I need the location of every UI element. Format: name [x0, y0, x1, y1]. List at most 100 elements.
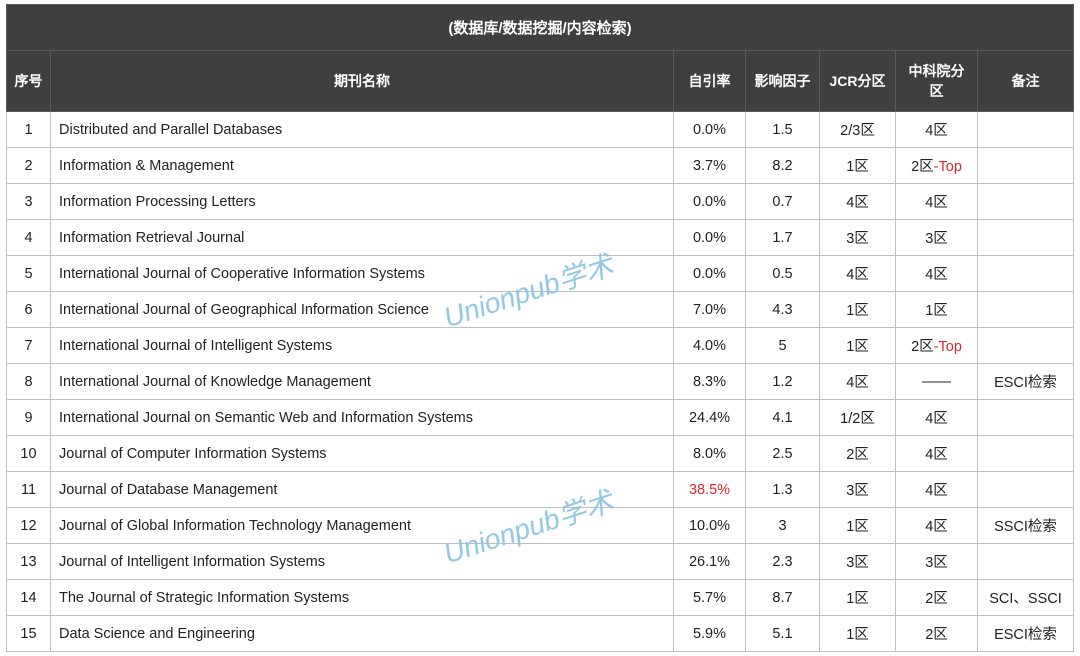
- cell-idx: 12: [7, 508, 51, 544]
- cell-jcr: 2/3区: [820, 112, 896, 148]
- cell-note: [978, 184, 1074, 220]
- cell-name: International Journal on Semantic Web an…: [51, 400, 674, 436]
- cell-jcr: 1区: [820, 148, 896, 184]
- cell-self: 26.1%: [674, 544, 746, 580]
- cell-jcr: 4区: [820, 184, 896, 220]
- cell-name: Information & Management: [51, 148, 674, 184]
- cell-name: Distributed and Parallel Databases: [51, 112, 674, 148]
- header-idx: 序号: [7, 51, 51, 112]
- cell-cas: 4区: [896, 508, 978, 544]
- cell-note: SSCI检索: [978, 508, 1074, 544]
- cell-cas: 3区: [896, 544, 978, 580]
- cell-idx: 4: [7, 220, 51, 256]
- header-if: 影响因子: [746, 51, 820, 112]
- cell-name: International Journal of Cooperative Inf…: [51, 256, 674, 292]
- cell-name: International Journal of Intelligent Sys…: [51, 328, 674, 364]
- cell-idx: 6: [7, 292, 51, 328]
- cell-jcr: 1区: [820, 292, 896, 328]
- cell-idx: 5: [7, 256, 51, 292]
- cell-idx: 1: [7, 112, 51, 148]
- cell-if: 8.2: [746, 148, 820, 184]
- cell-note: [978, 256, 1074, 292]
- cell-idx: 9: [7, 400, 51, 436]
- cell-cas: 4区: [896, 400, 978, 436]
- cell-self: 0.0%: [674, 220, 746, 256]
- cell-note: [978, 220, 1074, 256]
- header-jcr: JCR分区: [820, 51, 896, 112]
- cell-self: 8.3%: [674, 364, 746, 400]
- table-row: 7International Journal of Intelligent Sy…: [7, 328, 1074, 364]
- cell-jcr: 1区: [820, 580, 896, 616]
- cell-jcr: 3区: [820, 544, 896, 580]
- cell-jcr: 4区: [820, 364, 896, 400]
- cell-self: 4.0%: [674, 328, 746, 364]
- header-note: 备注: [978, 51, 1074, 112]
- cell-jcr: 1/2区: [820, 400, 896, 436]
- table-row: 12Journal of Global Information Technolo…: [7, 508, 1074, 544]
- cell-note: [978, 544, 1074, 580]
- table-row: 11Journal of Database Management38.5%1.3…: [7, 472, 1074, 508]
- cell-self: 8.0%: [674, 436, 746, 472]
- cell-cas: 2区-Top: [896, 328, 978, 364]
- table-title: (数据库/数据挖掘/内容检索): [7, 5, 1074, 51]
- cell-if: 1.5: [746, 112, 820, 148]
- cell-if: 2.5: [746, 436, 820, 472]
- cell-cas: 4区: [896, 472, 978, 508]
- cell-idx: 10: [7, 436, 51, 472]
- cell-name: The Journal of Strategic Information Sys…: [51, 580, 674, 616]
- cell-name: Journal of Computer Information Systems: [51, 436, 674, 472]
- cell-jcr: 4区: [820, 256, 896, 292]
- cell-if: 5: [746, 328, 820, 364]
- cell-if: 8.7: [746, 580, 820, 616]
- cell-note: [978, 148, 1074, 184]
- cell-name: International Journal of Geographical In…: [51, 292, 674, 328]
- header-name: 期刊名称: [51, 51, 674, 112]
- cell-self: 7.0%: [674, 292, 746, 328]
- cell-self: 38.5%: [674, 472, 746, 508]
- cell-idx: 11: [7, 472, 51, 508]
- cell-jcr: 3区: [820, 220, 896, 256]
- cell-name: Information Processing Letters: [51, 184, 674, 220]
- cell-jcr: 1区: [820, 328, 896, 364]
- cell-self: 5.7%: [674, 580, 746, 616]
- cell-cas: 4区: [896, 256, 978, 292]
- table-row: 5International Journal of Cooperative In…: [7, 256, 1074, 292]
- table-row: 2Information & Management3.7%8.21区2区-Top: [7, 148, 1074, 184]
- journal-table: (数据库/数据挖掘/内容检索) 序号 期刊名称 自引率 影响因子 JCR分区 中…: [6, 4, 1074, 652]
- cell-cas: 3区: [896, 220, 978, 256]
- cell-idx: 3: [7, 184, 51, 220]
- cell-idx: 7: [7, 328, 51, 364]
- cell-name: Journal of Global Information Technology…: [51, 508, 674, 544]
- cell-note: [978, 436, 1074, 472]
- cell-name: Information Retrieval Journal: [51, 220, 674, 256]
- cell-self: 3.7%: [674, 148, 746, 184]
- cell-idx: 8: [7, 364, 51, 400]
- table-row: 4Information Retrieval Journal0.0%1.73区3…: [7, 220, 1074, 256]
- cell-cas: 4区: [896, 184, 978, 220]
- header-row: 序号 期刊名称 自引率 影响因子 JCR分区 中科院分区 备注: [7, 51, 1074, 112]
- header-self: 自引率: [674, 51, 746, 112]
- cell-jcr: 1区: [820, 508, 896, 544]
- header-cas: 中科院分区: [896, 51, 978, 112]
- cell-idx: 14: [7, 580, 51, 616]
- cell-cas: 4区: [896, 436, 978, 472]
- cell-note: SCI、SSCI: [978, 580, 1074, 616]
- cell-if: 1.7: [746, 220, 820, 256]
- cell-cas: 4区: [896, 112, 978, 148]
- cell-note: [978, 112, 1074, 148]
- table-row: 3Information Processing Letters0.0%0.74区…: [7, 184, 1074, 220]
- cell-name: Journal of Database Management: [51, 472, 674, 508]
- cell-self: 0.0%: [674, 112, 746, 148]
- cell-self: 10.0%: [674, 508, 746, 544]
- cell-if: 1.3: [746, 472, 820, 508]
- cell-self: 0.0%: [674, 256, 746, 292]
- table-row: 10Journal of Computer Information System…: [7, 436, 1074, 472]
- cell-idx: 2: [7, 148, 51, 184]
- table-row: 1Distributed and Parallel Databases0.0%1…: [7, 112, 1074, 148]
- cell-cas: 2区: [896, 580, 978, 616]
- cell-if: 3: [746, 508, 820, 544]
- table-row: 13Journal of Intelligent Information Sys…: [7, 544, 1074, 580]
- cell-cas: 2区-Top: [896, 148, 978, 184]
- cell-if: 0.7: [746, 184, 820, 220]
- cell-note: [978, 328, 1074, 364]
